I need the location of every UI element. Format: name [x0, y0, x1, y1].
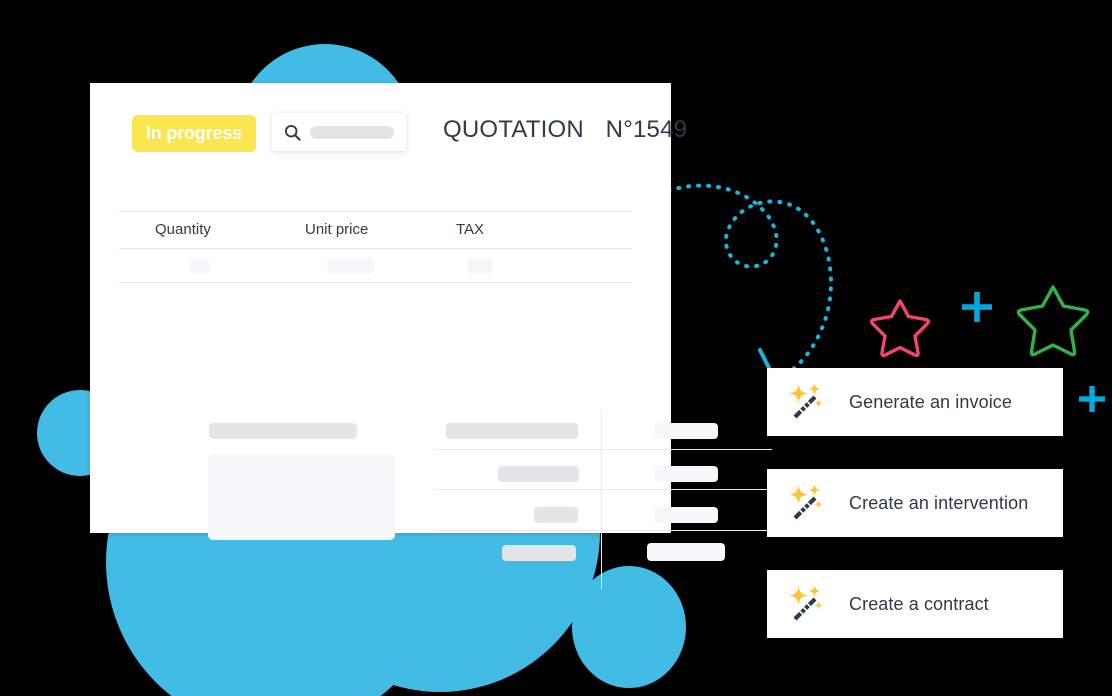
column-header-tax: TAX: [456, 221, 485, 238]
table-vertical-divider: [601, 409, 602, 589]
action-card-label: Create an intervention: [849, 492, 1029, 513]
document-header: In progress QUOTATION N°1549: [90, 83, 687, 199]
magic-wand-icon: [789, 484, 823, 520]
column-header-unit-price: Unit price: [305, 221, 369, 238]
quotation-document-card: In progress QUOTATION N°1549 Quantity Un…: [90, 83, 772, 589]
action-card-create-an-intervention[interactable]: Create an intervention: [767, 469, 1063, 537]
table-row: [446, 423, 578, 439]
search-input[interactable]: [272, 113, 406, 151]
action-card-label: Create a contract: [849, 593, 989, 614]
column-header-quantity: Quantity: [155, 221, 211, 238]
cell-placeholder-tax: [468, 258, 492, 274]
plus-mark-lower-icon: [1079, 386, 1105, 412]
action-card-generate-an-invoice[interactable]: Generate an invoice: [767, 368, 1063, 436]
table-row-divider: [434, 530, 772, 531]
table-row: [654, 466, 718, 482]
search-input-placeholder-bar[interactable]: [310, 125, 394, 139]
table-row-divider: [434, 489, 772, 490]
star-outline-green-icon: [1016, 285, 1090, 357]
cell-placeholder-quantity: [190, 258, 210, 274]
magic-wand-icon: [789, 383, 823, 419]
table-row: [498, 466, 579, 482]
table-row: [654, 507, 718, 523]
action-card-create-a-contract[interactable]: Create a contract: [767, 570, 1063, 638]
table-row: [647, 543, 725, 561]
star-outline-pink-icon: [870, 299, 930, 357]
table-row-divider: [434, 449, 772, 450]
magic-wand-icon: [789, 585, 823, 621]
page-title-number: N°1549: [605, 116, 688, 143]
page-title: QUOTATION N°1549: [443, 116, 687, 144]
table-row: [654, 423, 718, 439]
status-badge: In progress: [132, 115, 256, 152]
page-title-word: QUOTATION: [443, 116, 584, 143]
action-card-label: Generate an invoice: [849, 391, 1013, 412]
body-left-block-placeholder: [208, 454, 395, 540]
plus-mark-upper-icon: [962, 292, 992, 322]
search-icon: [284, 124, 301, 141]
body-left-title-placeholder: [209, 423, 357, 439]
table-summary-row: [119, 248, 632, 283]
illustration-canvas: In progress QUOTATION N°1549 Quantity Un…: [0, 0, 1112, 696]
decor-circle-bottom-right: [572, 566, 686, 688]
dotted-swoosh-icon: [648, 183, 833, 372]
table-row: [534, 507, 578, 523]
action-card-list: Generate an invoice Create an interventi…: [767, 368, 1063, 638]
cell-placeholder-unit-price: [327, 258, 374, 274]
table-header-row: Quantity Unit price TAX: [119, 211, 632, 249]
table-row: [502, 545, 576, 561]
